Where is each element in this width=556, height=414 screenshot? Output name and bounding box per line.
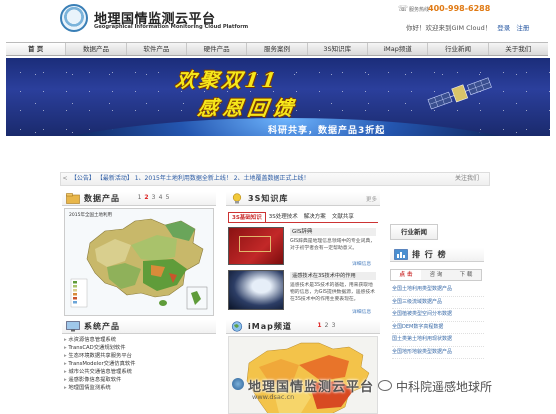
list-item[interactable]: 城市公共交通信息管理系统 [64,368,214,376]
banner-headline-2: 感恩回馈 [196,96,300,120]
watermark-logo-icon [232,378,244,390]
list-item[interactable]: TransCAD交通规划软件 [64,344,214,352]
notice-prev-button[interactable]: < [61,173,69,185]
industry-news-label: 行业新闻 [401,228,427,236]
greeting-text: 你好！欢迎来到GIM Cloud！ [406,24,492,32]
monitor-icon [66,321,80,332]
list-item[interactable]: 全国三级流域数据产品 [392,297,484,309]
page-3[interactable]: 3 [330,322,337,329]
ranking-list: 全国土地利用类型数据产品 全国三级流域数据产品 全国植被类型空间分布数据 全国D… [392,284,484,359]
page-1[interactable]: 1 [136,194,143,201]
nav-3s-knowledge[interactable]: 3S知识库 [308,43,368,55]
gis-dictionary-desc: GIS辞典是地理信息领域中的专业词典，对于初学者会有一定帮助意义。 [290,239,375,251]
hotline-number: 400-998-6288 [428,4,491,13]
remote-sensing-desc: 遥感技术是3S技术的基础，用来获取地物的信息，为GIS提供数据源，遥感技术在3S… [290,283,375,302]
banner-headline-1: 欢聚双11 [174,68,281,92]
ranking-header: 排 行 榜 [390,248,484,262]
banner-tagline: 科研共享，数据产品3折起 [268,126,386,136]
tab-clicks[interactable]: 点 击 [391,270,421,280]
list-item[interactable]: 遥感影像信息提取软件 [64,376,214,384]
header: 地理国情监测云平台 Geographical Information Monit… [0,0,556,42]
remote-sensing-title[interactable]: 遥感技术在3S技术中的作用 [290,272,376,280]
wechat-icon [378,380,392,391]
nav-hardware-products[interactable]: 硬件产品 [187,43,248,55]
nav-imap-channel[interactable]: iMap频道 [368,43,429,55]
remote-sensing-image[interactable] [228,270,284,310]
knowledge-header: 3S知识库 更多 [226,192,380,206]
list-item[interactable]: 国土类第土地利用现状数据 [392,334,484,347]
china-land-use-map-image [70,218,208,310]
phone-icon: ☏ [398,4,409,13]
page-5[interactable]: 5 [164,194,171,201]
ranking-title: 排 行 榜 [412,250,447,259]
page-4[interactable]: 4 [157,194,164,201]
gis-dictionary-title[interactable]: GIS辞典 [290,228,376,236]
list-item[interactable]: 全国植被类型空间分布数据 [392,309,484,322]
data-products-header: 数据产品 12345 [62,192,216,206]
tab-literature[interactable]: 文献共享 [329,212,357,222]
list-item[interactable]: 全国地形地貌类型数据产品 [392,347,484,359]
imap-header: iMap频道 123 [226,320,380,334]
watermark-url: www.dsac.cn [252,393,295,401]
knowledge-more-link[interactable]: 更多 [366,195,377,203]
tab-inquiries[interactable]: 咨 询 [421,270,451,280]
page-3[interactable]: 3 [150,194,157,201]
land-use-map[interactable]: 2015年全国土地利用 [64,208,214,316]
list-item[interactable]: TransModeler交通仿真软件 [64,360,214,368]
page-2[interactable]: 2 [323,322,330,329]
nav-service-cases[interactable]: 服务案例 [247,43,308,55]
system-products-header: 系统产品 [62,320,216,334]
list-item[interactable]: 生态环境数据共享服务平台 [64,352,214,360]
knowledge-tabs: 3S基础知识 3S处理技术 解决方案 文献共享 [228,212,378,223]
tab-3s-basics[interactable]: 3S基础知识 [228,212,266,222]
nav-home[interactable]: 首 页 [6,43,67,55]
promo-banner[interactable]: 欢聚双11 感恩回馈 科研共享，数据产品3折起 [6,58,550,136]
tab-solutions[interactable]: 解决方案 [301,212,329,222]
detail-link-2[interactable]: 详细信息 [352,308,371,315]
system-products-list: 水资源信息管理系统 TransCAD交通规划软件 生态环境数据共享服务平台 Tr… [64,336,214,392]
tab-3s-processing[interactable]: 3S处理技术 [266,212,301,222]
imap-pager: 123 [316,322,337,329]
knowledge-title: 3S知识库 [248,194,289,203]
system-products-title: 系统产品 [84,322,120,331]
list-item[interactable]: 地理国情监测系统 [64,384,214,392]
globe-icon [231,321,243,332]
nav-industry-news[interactable]: 行业新闻 [428,43,489,55]
detail-link-1[interactable]: 详细信息 [352,260,371,267]
data-products-title: 数据产品 [84,194,120,203]
list-item[interactable]: 全国DEM数字高程数据 [392,322,484,334]
data-products-pager: 12345 [136,194,171,201]
gis-dictionary-cover[interactable] [228,227,284,265]
notice-text[interactable]: 【公告】 【最新活动】 1、2015年土地利用数据全新上线！ 2、土地覆盖数据正… [71,175,310,182]
platform-logo[interactable] [60,4,88,32]
list-item[interactable]: 全国土地利用类型数据产品 [392,284,484,297]
page-2[interactable]: 2 [143,194,150,201]
imap-title: iMap频道 [248,322,292,331]
chart-icon [394,249,408,260]
register-link[interactable]: 注册 [516,24,529,32]
brand-subtitle: Geographical Information Monitoring Clou… [94,24,249,30]
nav-data-products[interactable]: 数据产品 [66,43,127,55]
industry-news-box[interactable]: 行业新闻 [390,224,438,240]
main-nav: 首 页 数据产品 软件产品 硬件产品 服务案例 3S知识库 iMap频道 行业新… [6,42,548,56]
page-1[interactable]: 1 [316,322,323,329]
list-item[interactable]: 水资源信息管理系统 [64,336,214,344]
lightbulb-icon [232,193,242,204]
tab-downloads[interactable]: 下 载 [451,270,481,280]
notice-bar: < 【公告】 【最新活动】 1、2015年土地利用数据全新上线！ 2、土地覆盖数… [60,172,490,186]
satellite-icon [427,77,492,110]
watermark-institute: 中科院遥感地球所 [396,380,493,394]
data-folder-icon [66,193,80,204]
user-info: 你好！欢迎来到GIM Cloud！ 登录 注册 [406,22,529,32]
imap-preview-map[interactable] [228,336,378,414]
ranking-tabs: 点 击 咨 询 下 载 [390,269,482,281]
follow-us-link[interactable]: 关注我们 [455,173,479,185]
hotline-label: 服务热线 [409,7,430,13]
nav-about-us[interactable]: 关于我们 [489,43,548,55]
login-link[interactable]: 登录 [497,24,510,32]
nav-software-products[interactable]: 软件产品 [127,43,187,55]
